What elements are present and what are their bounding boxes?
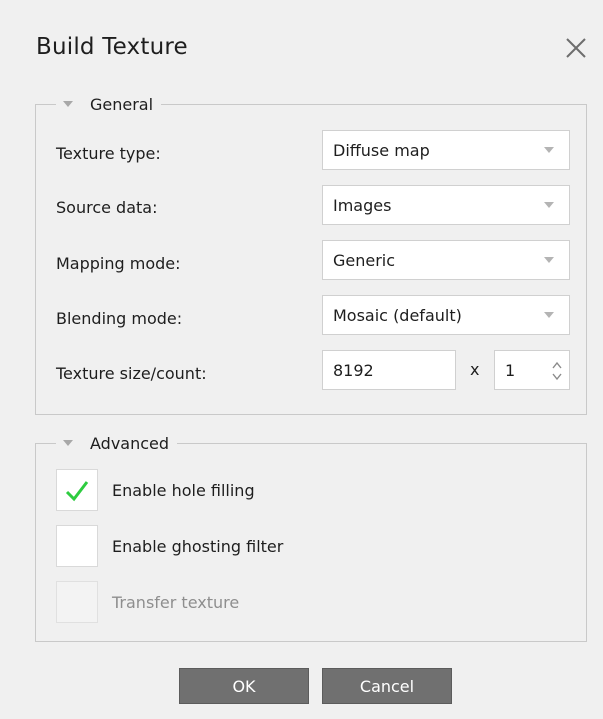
chevron-down-icon xyxy=(544,257,554,263)
source-data-value: Images xyxy=(333,195,392,215)
hole-filling-checkbox[interactable] xyxy=(56,469,98,511)
general-legend-label: General xyxy=(90,94,154,114)
general-legend[interactable]: General xyxy=(56,92,162,116)
chevron-down-icon xyxy=(544,202,554,208)
transfer-texture-label: Transfer texture xyxy=(112,592,240,612)
advanced-legend[interactable]: Advanced xyxy=(56,431,178,455)
texture-type-value: Diffuse map xyxy=(333,140,430,160)
source-data-dropdown[interactable]: Images xyxy=(322,185,570,225)
texture-size-input[interactable]: 8192 xyxy=(322,350,456,390)
size-count-separator: x xyxy=(470,360,480,379)
blending-mode-dropdown[interactable]: Mosaic (default) xyxy=(322,295,570,335)
checkmark-icon xyxy=(65,481,89,502)
hole-filling-row[interactable]: Enable hole filling xyxy=(56,469,255,511)
texture-count-spinbox[interactable]: 1 xyxy=(494,350,570,390)
ghosting-filter-label: Enable ghosting filter xyxy=(112,536,284,556)
chevron-down-icon xyxy=(544,147,554,153)
blending-mode-label: Blending mode: xyxy=(56,309,183,328)
dialog-title: Build Texture xyxy=(36,34,188,60)
mapping-mode-dropdown[interactable]: Generic xyxy=(322,240,570,280)
source-data-label: Source data: xyxy=(56,198,158,217)
texture-type-label: Texture type: xyxy=(56,144,161,163)
general-group: General Texture type: Diffuse map Source… xyxy=(35,92,587,415)
texture-size-label: Texture size/count: xyxy=(56,364,207,383)
close-icon[interactable] xyxy=(560,32,592,64)
build-texture-dialog: Build Texture General Texture type: Diff… xyxy=(0,0,603,719)
spin-arrows-icon[interactable] xyxy=(551,359,563,383)
cancel-button[interactable]: Cancel xyxy=(322,668,452,704)
mapping-mode-label: Mapping mode: xyxy=(56,254,181,273)
advanced-legend-label: Advanced xyxy=(90,433,170,453)
collapse-triangle-icon xyxy=(63,101,73,107)
ghosting-filter-checkbox[interactable] xyxy=(56,525,98,567)
transfer-texture-row: Transfer texture xyxy=(56,581,239,623)
texture-count-value: 1 xyxy=(505,360,516,380)
ok-button[interactable]: OK xyxy=(179,668,309,704)
ghosting-filter-row[interactable]: Enable ghosting filter xyxy=(56,525,283,567)
transfer-texture-checkbox xyxy=(56,581,98,623)
hole-filling-label: Enable hole filling xyxy=(112,480,255,500)
mapping-mode-value: Generic xyxy=(333,250,396,270)
collapse-triangle-icon xyxy=(63,440,73,446)
blending-mode-value: Mosaic (default) xyxy=(333,305,462,325)
chevron-down-icon xyxy=(544,312,554,318)
advanced-group: Advanced Enable hole filling Enable ghos… xyxy=(35,431,587,642)
texture-type-dropdown[interactable]: Diffuse map xyxy=(322,130,570,170)
texture-size-value: 8192 xyxy=(333,360,374,380)
